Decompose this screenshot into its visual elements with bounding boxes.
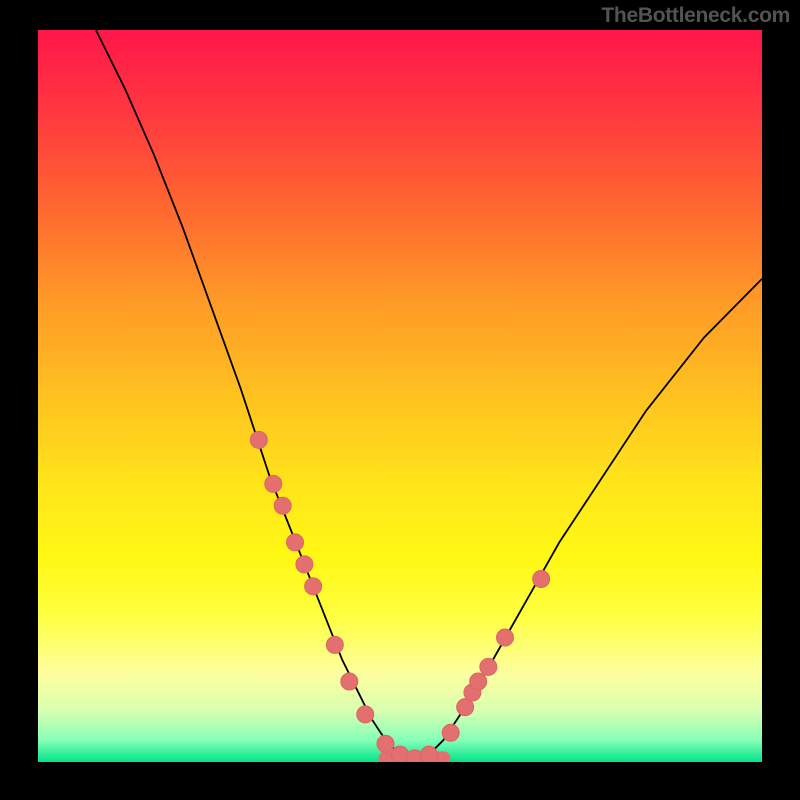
bottleneck-curve <box>96 30 762 762</box>
chart-container: TheBottleneck.com <box>0 0 800 800</box>
marker-dot <box>480 658 497 675</box>
marker-dot <box>274 497 291 514</box>
marker-dot <box>420 746 437 762</box>
marker-dot <box>357 706 374 723</box>
marker-dot <box>470 673 487 690</box>
marker-dot <box>250 431 267 448</box>
marker-dot <box>341 673 358 690</box>
plot-area <box>38 30 762 762</box>
marker-dot <box>287 534 304 551</box>
marker-dots <box>250 431 549 762</box>
marker-dot <box>442 724 459 741</box>
marker-dot <box>326 636 343 653</box>
marker-dot <box>496 629 513 646</box>
watermark-text: TheBottleneck.com <box>601 4 790 28</box>
plot-svg <box>38 30 762 762</box>
marker-dot <box>305 578 322 595</box>
marker-dot <box>296 556 313 573</box>
marker-dot <box>377 735 394 752</box>
marker-dot <box>533 571 550 588</box>
marker-dot <box>265 475 282 492</box>
